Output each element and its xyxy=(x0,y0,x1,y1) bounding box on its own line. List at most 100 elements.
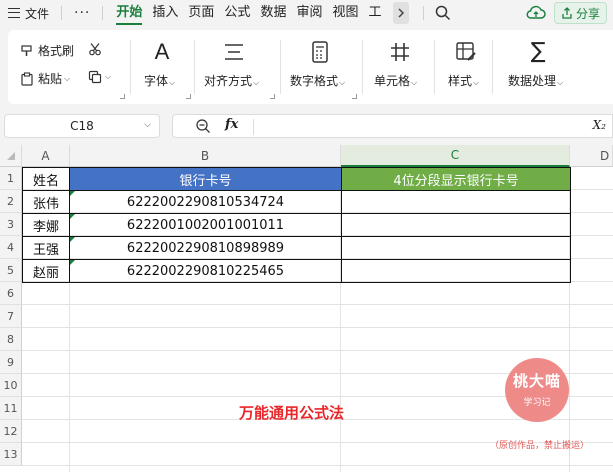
align-label: 对齐方式⌵ xyxy=(204,74,260,88)
chevron-down-icon[interactable]: ⌵ xyxy=(144,120,151,130)
table-cell-split[interactable] xyxy=(341,213,571,237)
file-menu-button[interactable]: 文件 xyxy=(4,2,53,24)
fx-icon[interactable]: fx xyxy=(225,117,238,132)
cloud-upload-icon xyxy=(526,5,546,19)
divider xyxy=(423,6,425,20)
divider xyxy=(362,40,363,94)
error-indicator-icon xyxy=(70,260,75,265)
cloud-sync-button[interactable] xyxy=(524,2,548,24)
gridline xyxy=(22,304,613,305)
row-header[interactable]: 7 xyxy=(0,305,22,328)
share-label: 分享 xyxy=(575,6,600,21)
align-icon xyxy=(225,44,243,60)
font-a-icon: A xyxy=(154,39,170,64)
table-cell-split[interactable] xyxy=(341,236,571,260)
zoom-icon[interactable] xyxy=(195,118,211,134)
table-cell-card[interactable]: 6222002290810225465 xyxy=(69,259,342,283)
number-format-icon xyxy=(312,41,328,63)
more-options-button[interactable]: ··· xyxy=(70,5,94,21)
card-number: 6222002290810898989 xyxy=(126,240,285,256)
chevron-right-icon xyxy=(398,8,405,18)
tab-data[interactable]: 数据 xyxy=(255,0,291,26)
gridline xyxy=(22,350,613,351)
error-indicator-icon xyxy=(70,237,75,242)
row-header[interactable]: 10 xyxy=(0,374,22,397)
table-cell-name[interactable]: 王强 xyxy=(22,236,70,260)
divider xyxy=(434,40,435,94)
row-header[interactable]: 11 xyxy=(0,397,22,420)
formula-input[interactable]: fx 𝑋₂ xyxy=(172,114,613,138)
row-header[interactable]: 12 xyxy=(0,420,22,443)
share-icon xyxy=(562,7,572,19)
divider xyxy=(280,40,281,94)
table-cell-name[interactable]: 张伟 xyxy=(22,190,70,214)
alignment-dialog-launcher[interactable] xyxy=(270,94,275,99)
tab-review[interactable]: 审阅 xyxy=(291,0,327,26)
tabs-scroll-right-button[interactable] xyxy=(393,2,410,24)
column-header-a[interactable]: A xyxy=(22,145,70,167)
font-dialog-launcher[interactable] xyxy=(186,94,191,99)
file-menu-label: 文件 xyxy=(25,6,50,21)
copy-button[interactable]: ⌵ xyxy=(88,70,111,84)
row-header[interactable]: 9 xyxy=(0,351,22,374)
format-painter-label: 格式刷 xyxy=(38,44,75,58)
column-header-c[interactable]: C xyxy=(341,145,570,167)
row-header[interactable]: 3 xyxy=(0,213,22,236)
tab-tools[interactable]: 工具 xyxy=(363,0,391,26)
select-all-corner[interactable] xyxy=(0,145,22,167)
watermark-title: 桃大喵 xyxy=(512,372,561,390)
column-header-b[interactable]: B xyxy=(70,145,341,167)
tab-insert[interactable]: 插入 xyxy=(147,0,183,26)
divider xyxy=(492,40,493,94)
sigma-icon: ∑ xyxy=(530,39,546,64)
row-header[interactable]: 2 xyxy=(0,190,22,213)
font-label: 字体⌵ xyxy=(144,74,176,88)
divider xyxy=(61,6,63,20)
menu-bar: 文件 ··· 开始 插入 页面 公式 数据 审阅 视图 工具 分享 xyxy=(0,0,613,26)
tab-page[interactable]: 页面 xyxy=(183,0,219,26)
card-number: 6222001002001001011 xyxy=(126,217,285,233)
row-header[interactable]: 8 xyxy=(0,328,22,351)
search-button[interactable] xyxy=(432,2,454,24)
table-cell-name[interactable]: 赵丽 xyxy=(22,259,70,283)
expand-formula-icon[interactable]: 𝑋₂ xyxy=(593,118,606,132)
share-button[interactable]: 分享 xyxy=(553,2,607,24)
name-box-value: C18 xyxy=(70,119,94,133)
divider xyxy=(102,6,104,20)
row-header[interactable]: 4 xyxy=(0,236,22,259)
paste-button[interactable]: 粘贴 ⌵ xyxy=(20,70,70,87)
row-header[interactable]: 5 xyxy=(0,259,22,282)
tab-formula[interactable]: 公式 xyxy=(219,0,255,26)
row-header[interactable]: 1 xyxy=(0,167,22,190)
table-cell-card[interactable]: 6222002290810534724 xyxy=(69,190,342,214)
tab-view[interactable]: 视图 xyxy=(327,0,363,26)
table-header-card[interactable]: 银行卡号 xyxy=(69,167,342,191)
card-number: 6222002290810225465 xyxy=(126,263,285,279)
table-cell-split[interactable] xyxy=(341,190,571,214)
data-processing-label: 数据处理⌵ xyxy=(508,74,564,88)
name-box[interactable]: C18 ⌵ xyxy=(4,114,160,138)
clipboard-icon xyxy=(21,71,33,86)
styles-icon xyxy=(456,42,476,61)
table-header-split[interactable]: 4位分段显示银行卡号 xyxy=(341,167,571,191)
tab-home[interactable]: 开始 xyxy=(111,0,147,26)
cells-label: 单元格⌵ xyxy=(374,74,418,88)
table-cell-name[interactable]: 李娜 xyxy=(22,213,70,237)
column-header-d[interactable]: D xyxy=(570,145,613,167)
watermark-stamp: 桃大喵 学习记 xyxy=(505,358,569,422)
gridline xyxy=(22,327,613,328)
ribbon-toolbar: 格式刷 粘贴 ⌵ ⌵ A 字体⌵ 对齐方式⌵ 数字格式⌵ 单元格⌵ 样式⌵ ∑ … xyxy=(8,30,613,104)
cut-button[interactable] xyxy=(88,42,102,56)
error-indicator-icon xyxy=(70,191,75,196)
row-header[interactable]: 13 xyxy=(0,443,22,466)
chevron-down-icon: ⌵ xyxy=(64,73,71,83)
format-painter-button[interactable]: 格式刷 xyxy=(20,42,74,59)
table-cell-card[interactable]: 6222002290810898989 xyxy=(69,236,342,260)
number-format-dialog-launcher[interactable] xyxy=(352,94,357,99)
table-cell-split[interactable] xyxy=(341,259,571,283)
table-cell-card[interactable]: 6222001002001001011 xyxy=(69,213,342,237)
row-header[interactable]: 6 xyxy=(0,282,22,305)
error-indicator-icon xyxy=(70,214,75,219)
table-header-name[interactable]: 姓名 xyxy=(22,167,70,191)
clipboard-dialog-launcher[interactable] xyxy=(120,94,125,99)
